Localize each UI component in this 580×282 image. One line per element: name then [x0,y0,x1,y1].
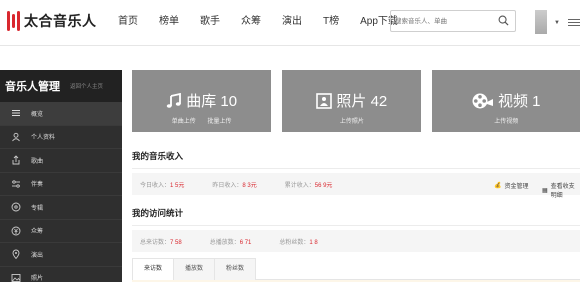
nav-singers[interactable]: 歌手 [200,0,220,46]
menu-icon[interactable] [568,19,580,29]
site-logo[interactable]: 太合音乐人 [6,10,97,32]
film-reel-icon [472,93,493,108]
sidebar-title: 音乐人管理 [5,81,60,93]
image-icon [10,272,22,282]
list-icon [10,107,22,119]
upload-icon [10,154,22,166]
chart-icon: ▦ [542,187,548,194]
tile-photos[interactable]: 照片 42 上传照片 [282,70,422,132]
sidebar-header: 音乐人管理 返回个人主页 [0,70,122,102]
today-income: 今日收入：1 5元 [140,182,185,189]
tile-videos-label: 视频 1 [497,93,541,110]
chevron-down-icon[interactable]: ▼ [554,20,560,26]
tile-library[interactable]: 曲库 10 单曲上传 批量上传 [132,70,272,132]
divider [132,225,580,226]
divider [132,168,580,169]
sidebar-item-label: 歌曲 [31,158,44,165]
tile-library-label: 曲库 10 [186,93,238,110]
sidebar-item-photos[interactable]: 照片 [0,267,122,282]
sidebar-item-albums[interactable]: 专辑 [0,196,122,220]
sidebar-item-label: 个人资料 [31,135,56,142]
income-section-title: 我的音乐收入 [132,151,184,161]
nav-charts[interactable]: 榜单 [159,0,179,46]
sidebar-item-songs[interactable]: 歌曲 [0,149,122,173]
sidebar-item-label: 伴奏 [31,182,44,189]
logo-icon [6,10,20,32]
sidebar-item-label: 专辑 [31,205,44,212]
total-income: 累计收入：56 9元 [284,182,333,189]
tab-visits[interactable]: 来访数 [132,258,174,280]
top-header: 太合音乐人 首页 榜单 歌手 众筹 演出 T榜 App下载 ▼ [0,0,580,46]
nav-home[interactable]: 首页 [118,0,138,46]
nav-t-chart[interactable]: T榜 [323,0,339,46]
search-box [390,10,516,32]
sidebar-item-label: 概览 [31,111,44,118]
upload-video-link[interactable]: 上传视频 [494,119,518,125]
nav-crowdfunding[interactable]: 众筹 [241,0,261,46]
music-note-icon [166,92,182,108]
summary-tiles: 曲库 10 单曲上传 批量上传 照片 42 上传照片 视频 1 上传视频 [132,70,580,132]
location-icon [10,248,22,260]
main-content: 曲库 10 单曲上传 批量上传 照片 42 上传照片 视频 1 上传视频 我的音… [132,70,580,282]
upload-single-link[interactable]: 单曲上传 [172,119,196,125]
total-plays: 总播放数：6 71 [209,239,252,246]
yesterday-income: 昨日收入：8 3元 [212,182,257,189]
disc-icon [10,201,22,213]
tab-fans[interactable]: 粉丝数 [214,258,256,280]
brand-name: 太合音乐人 [24,13,97,29]
income-stats: 今日收入：1 5元 昨日收入：8 3元 累计收入：56 9元 💰 资金管理 ▦ … [132,173,580,199]
sidebar-item-crowdfunding[interactable]: 众筹 [0,220,122,243]
sliders-icon [10,178,22,190]
sidebar-item-label: 众筹 [31,229,44,236]
sidebar-item-label: 演出 [31,252,44,259]
avatar[interactable] [535,10,547,34]
money-bag-icon: 💰 [494,183,502,189]
fund-management-link[interactable]: 💰 资金管理 [494,181,529,190]
tile-videos[interactable]: 视频 1 上传视频 [432,70,580,132]
sidebar-item-overview[interactable]: 概览 [0,102,122,126]
sidebar-item-accompaniment[interactable]: 伴奏 [0,173,122,196]
total-fans: 总粉丝数：1 8 [279,239,318,246]
visit-stats: 总来访数：7 58 总播放数：6 71 总粉丝数：1 8 [132,230,580,252]
main-nav: 首页 榜单 歌手 众筹 演出 T榜 App下载 [118,0,419,46]
tile-photos-label: 照片 42 [336,93,388,110]
sidebar-item-profile[interactable]: 个人资料 [0,126,122,149]
batch-upload-link[interactable]: 批量上传 [207,119,231,125]
sidebar-item-shows[interactable]: 演出 [0,243,122,267]
upload-photo-link[interactable]: 上传照片 [340,119,364,125]
sidebar: 音乐人管理 返回个人主页 概览 个人资料 歌曲 伴奏 专辑 众筹 演出 照片 [0,70,122,282]
sidebar-item-label: 照片 [31,276,44,282]
income-details-link[interactable]: ▦ 查看收支明细 [542,181,580,199]
fund-icon [10,225,22,237]
user-icon [10,131,22,143]
visits-section-title: 我的访问统计 [132,208,184,218]
tab-plays[interactable]: 播放数 [173,258,215,280]
stats-tabs: 来访数 播放数 粉丝数 [132,258,580,280]
nav-shows[interactable]: 演出 [282,0,302,46]
search-icon[interactable] [498,15,509,26]
total-visits: 总来访数：7 58 [140,239,182,246]
back-to-homepage-link[interactable]: 返回个人主页 [70,82,103,90]
photo-icon [316,92,333,109]
search-input[interactable] [391,11,491,31]
